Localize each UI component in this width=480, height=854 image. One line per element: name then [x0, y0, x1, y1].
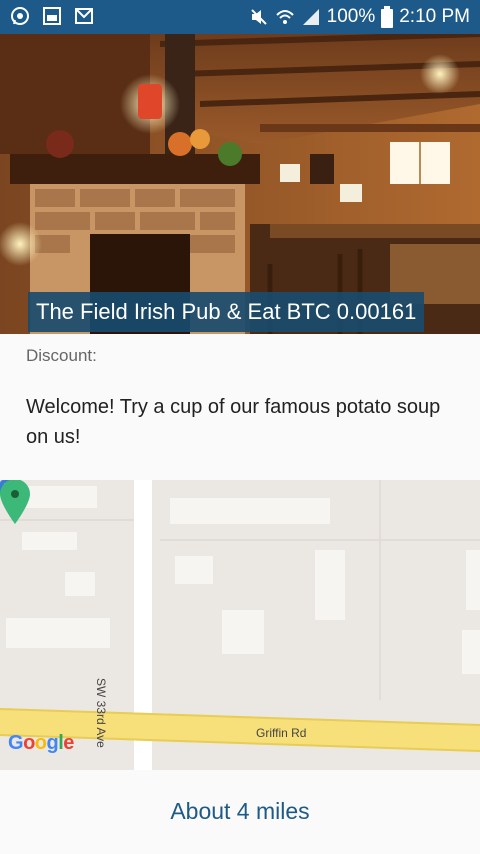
listing-title: The Field Irish Pub & Eat BTC 0.00161: [28, 292, 425, 332]
status-bar: 100% 2:10 PM: [0, 0, 480, 34]
gmail-icon: [75, 8, 93, 24]
distance-label: About 4 miles: [170, 798, 310, 824]
map-tiles: [0, 480, 480, 770]
wifi-icon: [275, 10, 294, 24]
whatsapp-icon: [11, 7, 29, 25]
status-bar-notifications: [10, 6, 94, 26]
pub-interior-photo: [0, 34, 480, 334]
mute-icon: [250, 9, 267, 25]
street-label-griffin-rd: Griffin Rd: [256, 726, 307, 740]
hero-photo: The Field Irish Pub & Eat BTC 0.00161: [0, 34, 480, 334]
battery-percent: 100%: [326, 6, 376, 27]
distance-section: About 4 miles: [0, 770, 480, 854]
discount-label: Discount:: [26, 346, 97, 365]
battery-icon: [381, 6, 394, 28]
gallery-icon: [43, 7, 61, 25]
location-map[interactable]: SW 33rd Ave Griffin Rd Google: [0, 480, 480, 770]
clock: 2:10 PM: [399, 6, 470, 27]
discount-section: Discount: Welcome! Try a cup of our famo…: [0, 334, 480, 480]
discount-text: Welcome! Try a cup of our famous potato …: [26, 396, 441, 448]
google-logo: Google: [8, 732, 74, 754]
street-label-sw-33rd-ave: SW 33rd Ave: [94, 678, 108, 748]
signal-icon: [302, 9, 319, 25]
status-bar-system: 100% 2:10 PM: [249, 5, 470, 29]
location-pin-icon[interactable]: [0, 480, 30, 524]
